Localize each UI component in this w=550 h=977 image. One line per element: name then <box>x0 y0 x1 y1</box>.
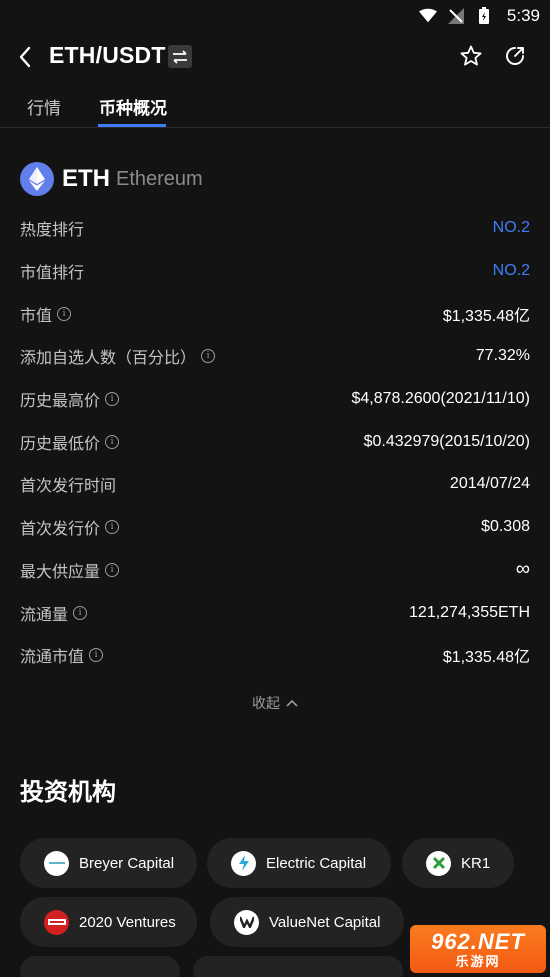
investor-chip-breyer[interactable]: Breyer Capital <box>20 838 197 888</box>
info-icon[interactable]: i <box>105 434 120 449</box>
row-circulating-market-cap: 流通市值 i $1,335.48亿 <box>0 634 550 677</box>
row-label: 最大供应量 i <box>20 558 120 582</box>
info-icon[interactable]: i <box>105 392 120 407</box>
info-icon[interactable]: i <box>57 306 72 321</box>
market-cap-rank-link[interactable]: NO.2 <box>493 262 530 280</box>
collapse-button[interactable]: 收起 <box>0 690 550 716</box>
coin-symbol: ETH <box>62 165 110 192</box>
coin-name: Ethereum <box>116 167 203 190</box>
investor-name: 2020 Ventures <box>79 913 176 931</box>
row-label-text: 市值 <box>20 307 53 325</box>
row-issue-date: 首次发行时间 2014/07/24 <box>0 463 550 506</box>
back-button[interactable] <box>14 44 38 70</box>
row-label: 热度排行 <box>20 222 85 240</box>
pair-title: ETH/USDT <box>49 42 166 68</box>
star-icon <box>460 45 482 66</box>
kr1-logo-icon <box>426 850 451 876</box>
wifi-icon <box>418 7 437 25</box>
investor-chip-partial-2[interactable] <box>193 956 403 977</box>
share-icon <box>506 47 524 65</box>
header: ETH/USDT <box>0 34 550 80</box>
investor-chip-2020[interactable]: 2020 Ventures <box>20 897 197 947</box>
favorite-button[interactable] <box>459 44 483 68</box>
valuenet-capital-logo-icon <box>234 909 259 935</box>
swap-icon <box>173 49 187 64</box>
row-label: 首次发行时间 <box>20 478 117 496</box>
breyer-capital-logo-icon <box>44 850 69 876</box>
row-label: 流通量 i <box>20 601 88 625</box>
info-icon[interactable]: i <box>89 648 104 663</box>
row-value: 77.32% <box>475 347 530 365</box>
row-label: 历史最低价 i <box>20 430 120 454</box>
info-icon[interactable]: i <box>105 520 120 535</box>
row-max-supply: 最大供应量 i ∞ <box>0 549 550 592</box>
row-label: 历史最高价 i <box>20 387 120 411</box>
row-heat-rank: 热度排行 NO.2 <box>0 207 550 250</box>
battery-icon <box>475 7 493 25</box>
coin-header: ETH Ethereum <box>20 162 203 196</box>
status-bar: 5:39 <box>0 0 550 32</box>
row-value: $4,878.2600(2021/11/10) <box>351 390 530 408</box>
row-market-cap-rank: 市值排行 NO.2 <box>0 250 550 293</box>
row-value: 121,274,355ETH <box>409 603 530 621</box>
row-value: $1,335.48亿 <box>442 307 530 325</box>
active-tab-indicator <box>98 124 166 127</box>
info-icon[interactable]: i <box>105 562 120 577</box>
investor-name: ValueNet Capital <box>269 913 381 931</box>
row-label-text: 历史最低价 <box>20 435 101 453</box>
row-all-time-high: 历史最高价 i $4,878.2600(2021/11/10) <box>0 378 550 421</box>
investors-title: 投资机构 <box>20 779 116 806</box>
no-signal-icon <box>447 7 465 25</box>
row-label-text: 流通量 <box>20 606 69 624</box>
investor-name: Breyer Capital <box>79 854 175 872</box>
info-icon[interactable]: i <box>201 349 216 364</box>
row-value: $1,335.48亿 <box>442 649 530 667</box>
row-issue-price: 首次发行价 i $0.308 <box>0 506 550 549</box>
electric-capital-logo-icon <box>231 850 256 876</box>
swap-pair-button[interactable] <box>168 45 192 68</box>
row-label-text: 首次发行价 <box>20 521 101 539</box>
row-label-text: 流通市值 <box>20 649 85 667</box>
info-icon[interactable]: i <box>73 605 88 620</box>
row-value: $0.308 <box>481 518 530 536</box>
share-button[interactable] <box>503 44 527 68</box>
tab-bar: 行情 币种概况 <box>0 84 550 128</box>
investor-name: KR1 <box>461 854 491 872</box>
2020-ventures-logo-icon <box>44 909 69 935</box>
investor-chip-valuenet[interactable]: ValueNet Capital <box>210 897 404 947</box>
row-value: 2014/07/24 <box>449 475 530 493</box>
site-watermark: 962.NET 乐游网 <box>410 925 546 973</box>
collapse-label: 收起 <box>252 695 280 711</box>
row-label: 市值 i <box>20 302 72 326</box>
row-label: 市值排行 <box>20 265 85 283</box>
investor-chip-kr1[interactable]: KR1 <box>402 838 514 888</box>
tab-market[interactable]: 行情 <box>27 94 61 119</box>
watermark-top: 962.NET <box>431 928 525 954</box>
row-circulating-supply: 流通量 i 121,274,355ETH <box>0 591 550 634</box>
row-market-cap: 市值 i $1,335.48亿 <box>0 292 550 335</box>
row-label: 流通市值 i <box>20 643 104 667</box>
coin-info-list: 热度排行 NO.2 市值排行 NO.2 市值 i $1,335.48亿 添加自选人… <box>0 207 550 677</box>
row-value: $0.432979(2015/10/20) <box>363 432 530 450</box>
row-label-text: 添加自选人数（百分比） <box>20 350 197 368</box>
row-all-time-low: 历史最低价 i $0.432979(2015/10/20) <box>0 420 550 463</box>
status-time: 5:39 <box>506 6 540 25</box>
row-label: 首次发行价 i <box>20 515 120 539</box>
row-value: ∞ <box>515 558 530 581</box>
tab-coin-overview[interactable]: 币种概况 <box>99 94 167 119</box>
row-watchlist-percent: 添加自选人数（百分比） i 77.32% <box>0 335 550 378</box>
investor-name: Electric Capital <box>266 854 367 872</box>
watermark-bottom: 乐游网 <box>455 953 501 969</box>
ethereum-logo-icon <box>20 162 54 196</box>
investor-chip-partial-1[interactable] <box>20 956 180 977</box>
row-label-text: 历史最高价 <box>20 393 101 411</box>
row-label-text: 最大供应量 <box>20 563 101 581</box>
heat-rank-link[interactable]: NO.2 <box>493 219 530 237</box>
chevron-left-icon <box>19 46 31 68</box>
row-label: 添加自选人数（百分比） i <box>20 344 216 368</box>
chevron-up-icon <box>286 699 298 707</box>
investor-chip-electric[interactable]: Electric Capital <box>207 838 391 888</box>
